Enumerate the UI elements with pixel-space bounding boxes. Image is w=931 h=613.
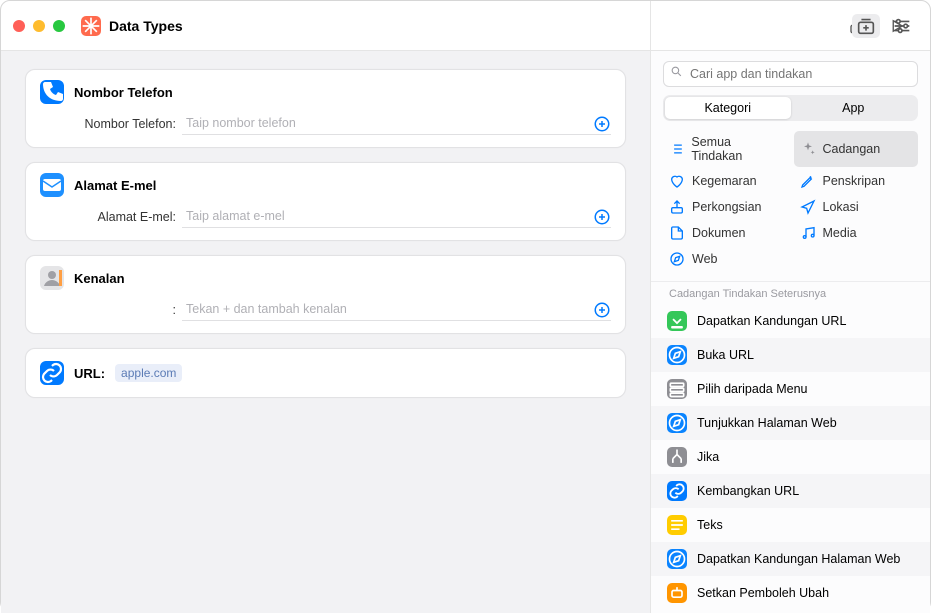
action-dapatkan-kandungan-url[interactable]: Dapatkan Kandungan URL [651,304,930,338]
category-label: Semua Tindakan [691,135,781,163]
add-contact-button[interactable] [593,301,611,319]
settings-button[interactable] [888,14,916,38]
url-action-card[interactable]: URL: apple.com [25,348,626,398]
segment-category[interactable]: Kategori [665,97,791,119]
contact-input[interactable] [182,298,611,321]
safari-icon [667,413,687,433]
category-semua-tindakan[interactable]: Semua Tindakan [663,131,788,167]
action-label: Tunjukkan Halaman Web [697,416,837,430]
action-jika[interactable]: Jika [651,440,930,474]
branch-icon [667,447,687,467]
category-label: Dokumen [692,226,746,240]
email-card-title: Alamat E-mel [74,178,156,193]
category-perkongsian[interactable]: Perkongsian [663,195,788,219]
var-icon [667,583,687,603]
suggestions-header: Cadangan Tindakan Seterusnya [651,281,930,304]
search-field-wrap [663,61,918,87]
menu-icon [667,379,687,399]
email-input[interactable] [182,205,611,228]
phone-icon [40,80,64,104]
category-label: Kegemaran [692,174,757,188]
window-controls [13,20,65,32]
contact-field-label: : [46,303,176,317]
phone-field-label: Nombor Telefon: [46,117,176,131]
text-icon [667,515,687,535]
doc-icon [669,225,685,241]
arrow-icon [800,199,816,215]
list-icon [669,141,684,157]
email-action-card[interactable]: Alamat E-mel Alamat E-mel: [25,162,626,241]
sidebar-toolbar [650,1,930,51]
category-label: Perkongsian [692,200,762,214]
contact-action-card[interactable]: Kenalan : [25,255,626,334]
category-web[interactable]: Web [663,247,788,271]
search-input[interactable] [663,61,918,87]
sparkle-icon [800,141,816,157]
safari-icon [667,549,687,569]
workflow-canvas: Nombor Telefon Nombor Telefon: Alamat E-… [1,51,650,613]
url-token[interactable]: apple.com [115,364,182,382]
action-label: Setkan Pemboleh Ubah [697,586,829,600]
link-icon [667,481,687,501]
share-icon [669,199,685,215]
phone-input[interactable] [182,112,611,135]
action-label: Buka URL [697,348,754,362]
category-kegemaran[interactable]: Kegemaran [663,169,788,193]
close-window-button[interactable] [13,20,25,32]
phone-action-card[interactable]: Nombor Telefon Nombor Telefon: [25,69,626,148]
action-label: Kembangkan URL [697,484,799,498]
action-setkan-pemboleh-ubah[interactable]: Setkan Pemboleh Ubah [651,576,930,610]
zoom-window-button[interactable] [53,20,65,32]
url-field-label: URL: [74,366,105,381]
category-grid: Semua Tindakan Cadangan Kegemaran Penskripa… [651,131,930,281]
action-label: Jika [697,450,719,464]
phone-card-title: Nombor Telefon [74,85,173,100]
safari-icon [667,345,687,365]
category-label: Web [692,252,717,266]
action-buka-url[interactable]: Buka URL [651,338,930,372]
segment-app[interactable]: App [791,97,917,119]
library-sidebar: Kategori App Semua Tindakan Cadangan Kegem… [650,51,930,613]
email-field-label: Alamat E-mel: [46,210,176,224]
category-lokasi[interactable]: Lokasi [794,195,919,219]
action-kembangkan-url[interactable]: Kembangkan URL [651,474,930,508]
mail-icon [40,173,64,197]
action-dapatkan-kandungan-halaman-web[interactable]: Dapatkan Kandungan Halaman Web [651,542,930,576]
pencil-icon [800,173,816,189]
action-pilih-daripada-menu[interactable]: Pilih daripada Menu [651,372,930,406]
category-app-segment: Kategori App [663,95,918,121]
action-label: Teks [697,518,723,532]
contact-card-title: Kenalan [74,271,125,286]
category-label: Lokasi [823,200,859,214]
safari-icon [669,251,685,267]
action-label: Dapatkan Kandungan Halaman Web [697,552,900,566]
contacts-icon [40,266,64,290]
heart-icon [669,173,685,189]
search-icon [670,65,683,83]
main-area: Nombor Telefon Nombor Telefon: Alamat E-… [1,51,930,613]
music-icon [800,225,816,241]
action-list: Dapatkan Kandungan URL Buka URL Pilih dari… [651,304,930,610]
action-tunjukkan-halaman-web[interactable]: Tunjukkan Halaman Web [651,406,930,440]
minimize-window-button[interactable] [33,20,45,32]
link-icon [40,361,64,385]
category-label: Media [823,226,857,240]
window-title: Data Types [109,18,183,34]
action-label: Dapatkan Kandungan URL [697,314,846,328]
action-label: Pilih daripada Menu [697,382,808,396]
add-phone-button[interactable] [593,115,611,133]
shortcut-app-icon [81,16,101,36]
category-dokumen[interactable]: Dokumen [663,221,788,245]
download-icon [667,311,687,331]
category-label: Penskripan [823,174,886,188]
category-label: Cadangan [823,142,881,156]
category-cadangan[interactable]: Cadangan [794,131,919,167]
category-media[interactable]: Media [794,221,919,245]
library-button[interactable] [852,14,880,38]
action-teks[interactable]: Teks [651,508,930,542]
add-email-button[interactable] [593,208,611,226]
category-penskripan[interactable]: Penskripan [794,169,919,193]
